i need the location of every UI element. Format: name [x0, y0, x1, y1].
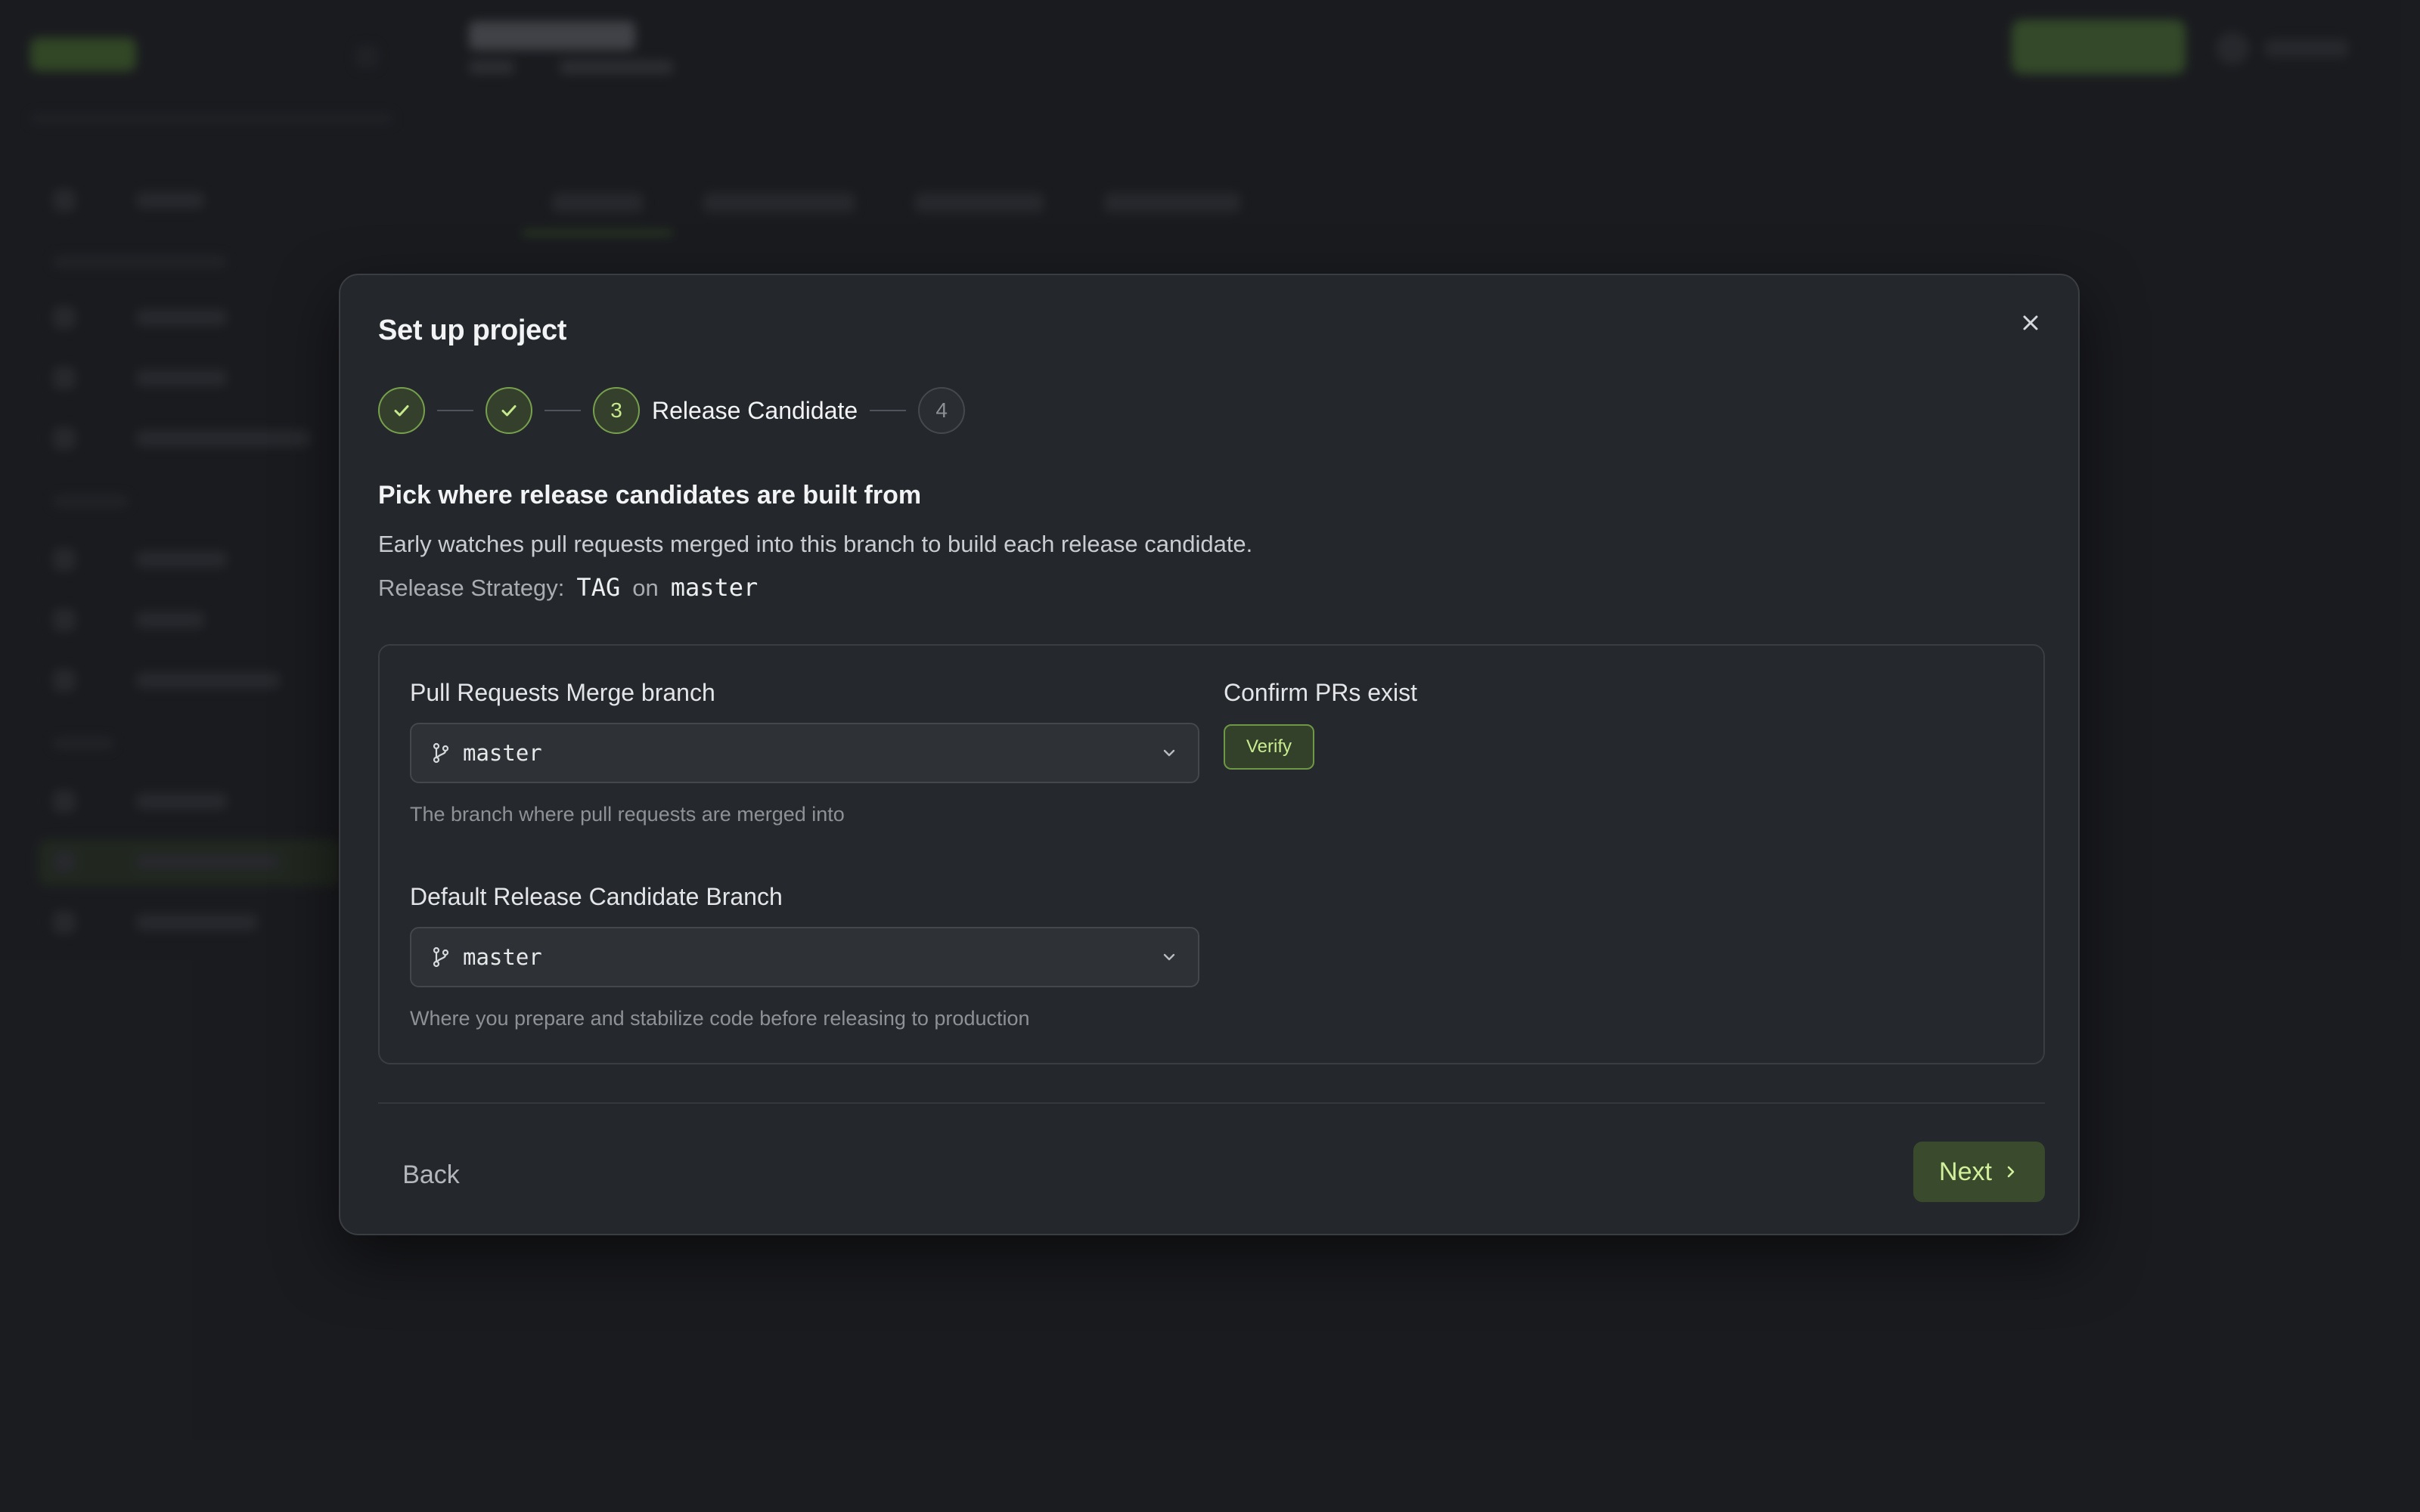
verify-button[interactable]: Verify: [1224, 724, 1314, 770]
rc-branch-value: master: [463, 944, 542, 970]
release-strategy: Release Strategy: TAG on master: [378, 573, 758, 602]
section-description: Early watches pull requests merged into …: [378, 531, 1253, 557]
section-heading: Pick where release candidates are built …: [378, 481, 922, 510]
step-2-complete[interactable]: [486, 387, 532, 434]
chevron-down-icon: [1159, 742, 1180, 764]
branch-config-card: Pull Requests Merge branch master The br…: [378, 644, 2045, 1064]
release-strategy-branch: master: [670, 573, 759, 602]
merge-branch-select[interactable]: master: [410, 723, 1199, 783]
release-strategy-joiner: on: [632, 575, 659, 601]
dialog-title: Set up project: [378, 314, 567, 346]
back-button[interactable]: Back: [378, 1145, 484, 1205]
next-button[interactable]: Next: [1913, 1142, 2045, 1202]
step-3-label: Release Candidate: [652, 396, 858, 424]
release-strategy-type: TAG: [576, 573, 621, 602]
merge-branch-help: The branch where pull requests are merge…: [410, 803, 845, 826]
rc-branch-select[interactable]: master: [410, 927, 1199, 987]
rc-branch-label: Default Release Candidate Branch: [410, 883, 783, 910]
merge-branch-label: Pull Requests Merge branch: [410, 679, 715, 706]
merge-branch-value: master: [463, 740, 542, 766]
release-strategy-label: Release Strategy:: [378, 575, 565, 601]
git-branch-icon: [430, 946, 452, 968]
close-button[interactable]: [2012, 304, 2049, 342]
chevron-right-icon: [2007, 1166, 2015, 1178]
confirm-prs-label: Confirm PRs exist: [1224, 679, 1418, 706]
stepper: 3 Release Candidate 4: [378, 386, 966, 435]
git-branch-icon: [430, 742, 452, 764]
check-icon: [501, 405, 517, 417]
setup-project-dialog: Set up project 3 Release Candidate 4 Pic…: [339, 274, 2080, 1235]
close-icon: [2023, 315, 2038, 330]
step-3-active: 3: [593, 387, 640, 434]
step-connector: [544, 410, 581, 411]
chevron-down-icon: [1159, 947, 1180, 968]
step-4-pending: 4: [918, 387, 966, 434]
step-connector: [870, 410, 907, 411]
footer-divider: [378, 1102, 2045, 1104]
rc-branch-help: Where you prepare and stabilize code bef…: [410, 1007, 1030, 1030]
check-icon: [394, 405, 409, 417]
next-button-label: Next: [1939, 1157, 1992, 1186]
step-1-complete[interactable]: [378, 387, 425, 434]
step-connector: [437, 410, 473, 411]
